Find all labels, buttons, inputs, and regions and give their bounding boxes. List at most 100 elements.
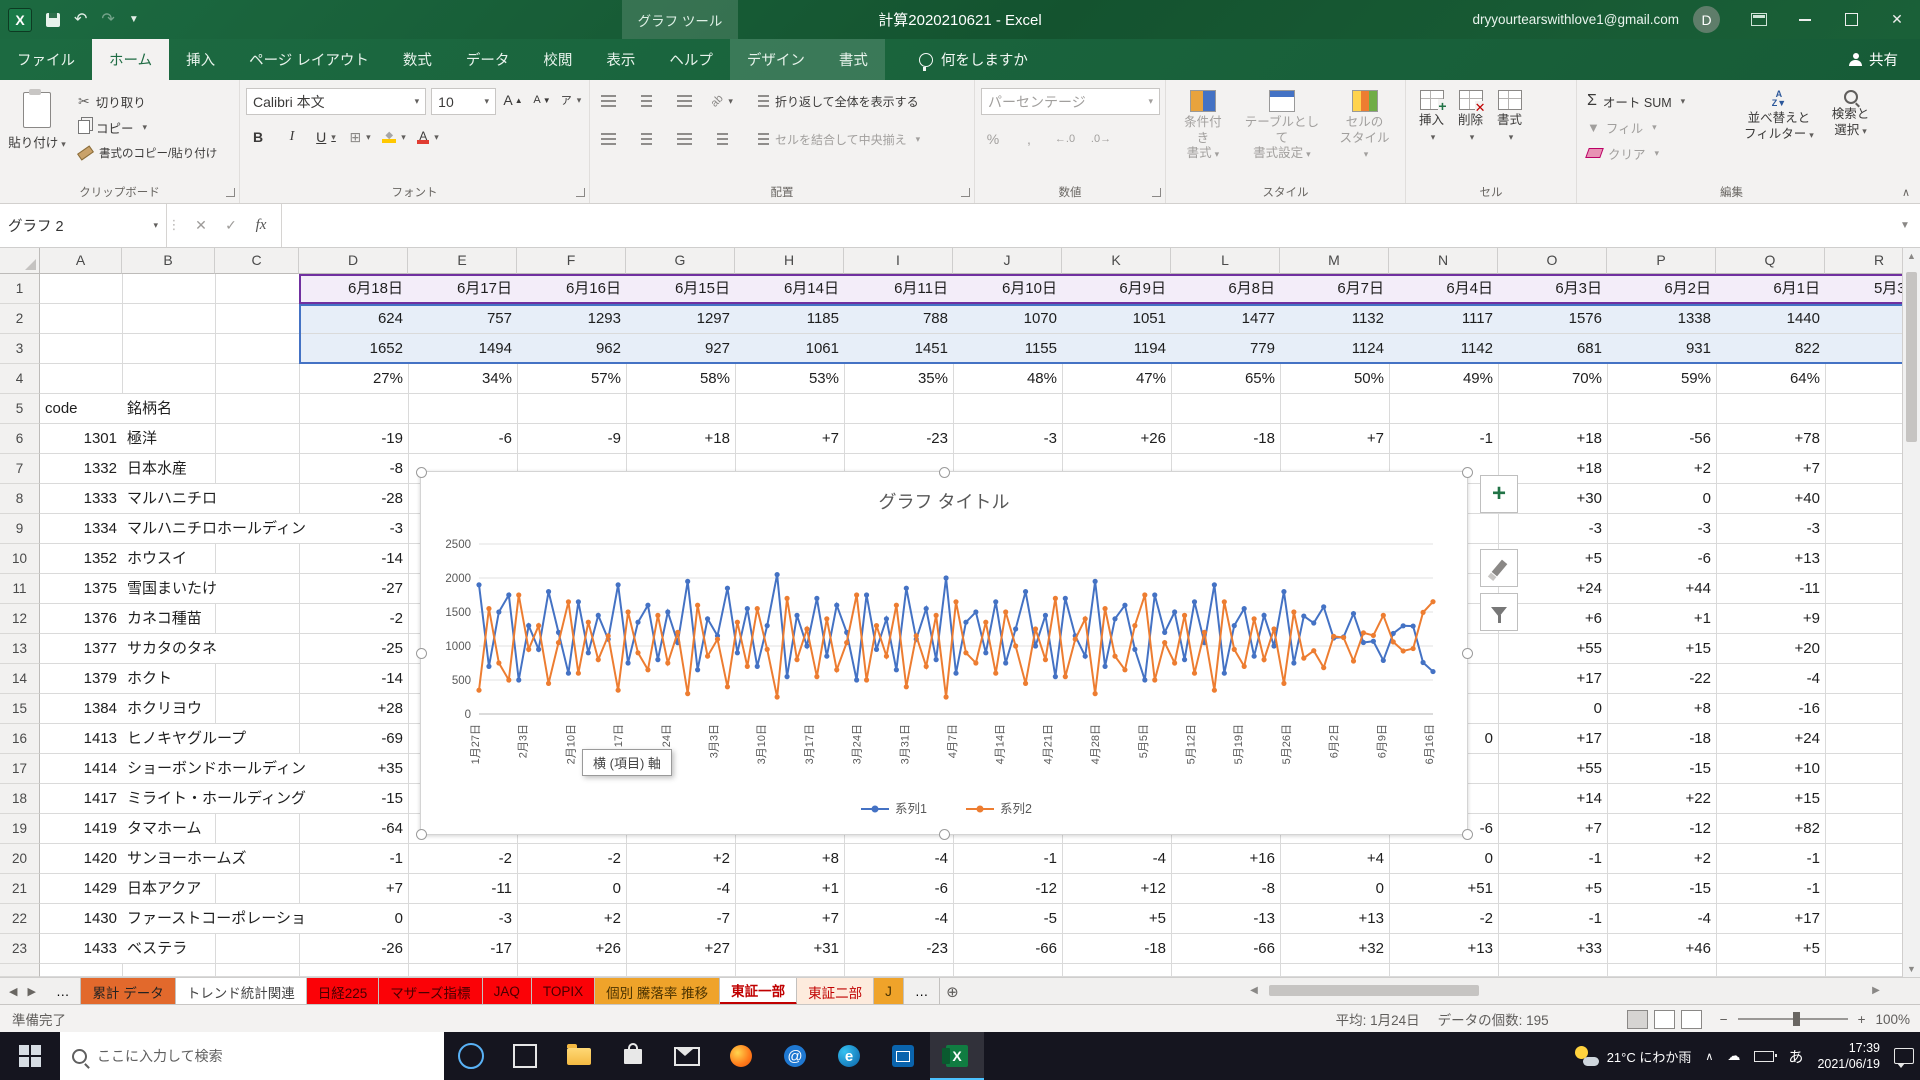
cell-K1[interactable]: 6月9日 bbox=[1062, 274, 1171, 303]
cell-I2[interactable]: 788 bbox=[844, 304, 953, 333]
cell-H1[interactable]: 6月14日 bbox=[735, 274, 844, 303]
sheet-tab-J[interactable]: J bbox=[874, 978, 904, 1005]
cell-D19[interactable]: -64 bbox=[299, 814, 408, 843]
cell-K22[interactable]: +5 bbox=[1062, 904, 1171, 933]
row-header-1[interactable]: 1 bbox=[0, 274, 40, 304]
sheet-tab-個別 騰落率 推移[interactable]: 個別 騰落率 推移 bbox=[595, 978, 720, 1005]
more-sheets-left[interactable]: … bbox=[45, 978, 82, 1005]
cell-A8[interactable]: 1333 bbox=[40, 484, 122, 513]
expand-formula-bar-button[interactable]: ▼ bbox=[1890, 203, 1920, 247]
cell-J4[interactable]: 48% bbox=[953, 364, 1062, 393]
column-header-I[interactable]: I bbox=[844, 247, 953, 274]
cell-F1[interactable]: 6月16日 bbox=[517, 274, 626, 303]
row-header-14[interactable]: 14 bbox=[0, 664, 40, 694]
column-header-P[interactable]: P bbox=[1607, 247, 1716, 274]
cell-D22[interactable]: 0 bbox=[299, 904, 408, 933]
ribbon-tab-数式[interactable]: 数式 bbox=[386, 39, 449, 80]
cell-D6[interactable]: -19 bbox=[299, 424, 408, 453]
cell-Q8[interactable]: +40 bbox=[1716, 484, 1825, 513]
redo-button[interactable]: ↷ bbox=[101, 12, 114, 28]
cell-O14[interactable]: +17 bbox=[1498, 664, 1607, 693]
cell-Q20[interactable]: -1 bbox=[1716, 844, 1825, 873]
formula-bar-splitter[interactable]: ⋮ bbox=[167, 203, 181, 247]
ribbon-tab-デザイン[interactable]: デザイン bbox=[730, 39, 822, 80]
row-header-10[interactable]: 10 bbox=[0, 544, 40, 574]
cell-G4[interactable]: 58% bbox=[626, 364, 735, 393]
number-format-combobox[interactable]: パーセンテージ▾ bbox=[981, 88, 1160, 115]
cell-I22[interactable]: -4 bbox=[844, 904, 953, 933]
name-box-dropdown-icon[interactable]: ▾ bbox=[153, 220, 158, 231]
ribbon-tab-校閲[interactable]: 校閲 bbox=[526, 39, 589, 80]
cell-A18[interactable]: 1417 bbox=[40, 784, 122, 813]
align-top-button[interactable] bbox=[596, 89, 620, 113]
cell-O23[interactable]: +33 bbox=[1498, 934, 1607, 963]
cell-K23[interactable]: -18 bbox=[1062, 934, 1171, 963]
chart-selection-handle[interactable] bbox=[1462, 467, 1473, 478]
cell-G23[interactable]: +27 bbox=[626, 934, 735, 963]
sheet-nav-right-arrow[interactable]: ▶ bbox=[27, 985, 35, 998]
scroll-up-arrow[interactable]: ▲ bbox=[1903, 247, 1920, 264]
cell-J21[interactable]: -12 bbox=[953, 874, 1062, 903]
cell-E4[interactable]: 34% bbox=[408, 364, 517, 393]
cell-A14[interactable]: 1379 bbox=[40, 664, 122, 693]
borders-button[interactable]: ⊞▾ bbox=[348, 125, 372, 149]
cell-E21[interactable]: -11 bbox=[408, 874, 517, 903]
cell-P8[interactable]: 0 bbox=[1607, 484, 1716, 513]
cell-D2[interactable]: 624 bbox=[299, 304, 408, 333]
taskbar-button-file-explorer[interactable] bbox=[552, 1032, 606, 1080]
wrap-text-button[interactable]: 折り返して全体を表示する bbox=[754, 88, 923, 114]
insert-function-button[interactable]: fx bbox=[247, 211, 275, 239]
cell-B15[interactable]: ホクリヨウ bbox=[122, 694, 215, 723]
onedrive-icon[interactable]: ☁ bbox=[1727, 1048, 1740, 1064]
cell-L6[interactable]: -18 bbox=[1171, 424, 1280, 453]
cell-J2[interactable]: 1070 bbox=[953, 304, 1062, 333]
cell-D13[interactable]: -25 bbox=[299, 634, 408, 663]
alignment-dialog-launcher[interactable] bbox=[961, 188, 970, 197]
cell-O15[interactable]: 0 bbox=[1498, 694, 1607, 723]
cell-I20[interactable]: -4 bbox=[844, 844, 953, 873]
account-email[interactable]: dryyourtearswithlove1@gmail.com bbox=[1472, 12, 1679, 27]
cell-D16[interactable]: -69 bbox=[299, 724, 408, 753]
cell-Q6[interactable]: +78 bbox=[1716, 424, 1825, 453]
conditional-formatting-button[interactable]: 条件付き書式▾ bbox=[1172, 88, 1234, 183]
cell-F22[interactable]: +2 bbox=[517, 904, 626, 933]
cell-D23[interactable]: -26 bbox=[299, 934, 408, 963]
cell-A17[interactable]: 1414 bbox=[40, 754, 122, 783]
align-right-button[interactable] bbox=[672, 127, 696, 151]
cell-P2[interactable]: 1338 bbox=[1607, 304, 1716, 333]
cell-B22[interactable]: ファーストコーポレーション bbox=[122, 904, 215, 933]
cut-button[interactable]: ✂切り取り bbox=[74, 88, 221, 114]
cell-M23[interactable]: +32 bbox=[1280, 934, 1389, 963]
cell-B6[interactable]: 極洋 bbox=[122, 424, 215, 453]
cell-H2[interactable]: 1185 bbox=[735, 304, 844, 333]
enter-entry-button[interactable]: ✓ bbox=[217, 211, 245, 239]
number-dialog-launcher[interactable] bbox=[1152, 188, 1161, 197]
cell-N2[interactable]: 1117 bbox=[1389, 304, 1498, 333]
row-header-2[interactable]: 2 bbox=[0, 304, 40, 334]
cell-N20[interactable]: 0 bbox=[1389, 844, 1498, 873]
cell-D21[interactable]: +7 bbox=[299, 874, 408, 903]
ribbon-tab-ページ レイアウト[interactable]: ページ レイアウト bbox=[232, 39, 386, 80]
cell-O3[interactable]: 681 bbox=[1498, 334, 1607, 363]
cancel-entry-button[interactable]: ✕ bbox=[187, 211, 215, 239]
cell-I1[interactable]: 6月11日 bbox=[844, 274, 953, 303]
chart-selection-handle[interactable] bbox=[416, 467, 427, 478]
zoom-slider[interactable] bbox=[1738, 1018, 1848, 1020]
cell-Q7[interactable]: +7 bbox=[1716, 454, 1825, 483]
sheet-tab-日経225[interactable]: 日経225 bbox=[307, 978, 380, 1005]
cell-Q1[interactable]: 6月1日 bbox=[1716, 274, 1825, 303]
font-color-button[interactable]: A▾ bbox=[416, 125, 440, 149]
cell-D10[interactable]: -14 bbox=[299, 544, 408, 573]
cell-Q11[interactable]: -11 bbox=[1716, 574, 1825, 603]
format-cells-button[interactable]: 書式▾ bbox=[1490, 88, 1529, 183]
page-layout-view-button[interactable] bbox=[1654, 1010, 1675, 1029]
cell-B23[interactable]: ベステラ bbox=[122, 934, 215, 963]
cell-B21[interactable]: 日本アクア bbox=[122, 874, 215, 903]
cell-A10[interactable]: 1352 bbox=[40, 544, 122, 573]
cell-O20[interactable]: -1 bbox=[1498, 844, 1607, 873]
taskbar-button-mail-at[interactable]: @ bbox=[768, 1032, 822, 1080]
font-name-combobox[interactable]: Calibri 本文▾ bbox=[246, 88, 426, 115]
cell-G20[interactable]: +2 bbox=[626, 844, 735, 873]
cell-A23[interactable]: 1433 bbox=[40, 934, 122, 963]
column-header-B[interactable]: B bbox=[122, 247, 215, 274]
